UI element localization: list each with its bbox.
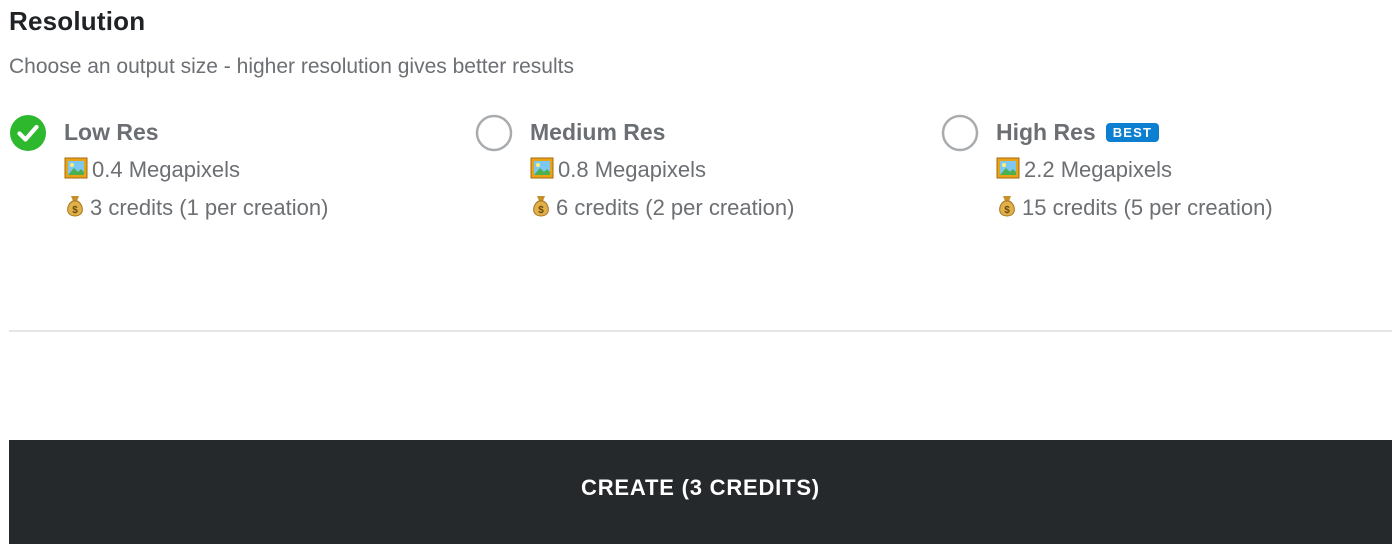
megapixels-text: 0.4 Megapixels	[92, 157, 240, 182]
svg-text:$: $	[1004, 205, 1010, 216]
svg-text:$: $	[72, 205, 78, 216]
megapixels-line: 2.2 Megapixels	[996, 156, 1172, 186]
megapixels-line: 0.8 Megapixels	[530, 156, 706, 186]
divider	[9, 330, 1392, 332]
money-bag-icon: $	[530, 194, 552, 224]
svg-text:$: $	[538, 205, 544, 216]
option-high-res[interactable]: High Res BEST 2.2 Megapixels $ 15 credit…	[941, 114, 1361, 229]
option-title-text: High Res	[996, 119, 1096, 145]
money-bag-icon: $	[996, 194, 1018, 224]
credits-text: 15 credits (5 per creation)	[1022, 195, 1273, 220]
check-circle-icon[interactable]	[9, 114, 47, 152]
resolution-panel: Resolution Choose an output size - highe…	[0, 0, 1400, 544]
create-button[interactable]: CREATE (3 CREDITS)	[9, 440, 1392, 544]
option-title: High Res BEST	[996, 119, 1160, 146]
credits-text: 3 credits (1 per creation)	[90, 195, 329, 220]
framed-picture-icon	[996, 156, 1020, 186]
money-bag-icon: $	[64, 194, 86, 224]
option-title-text: Medium Res	[530, 119, 666, 145]
resolution-options: Low Res 0.4 Megapixels $ 3 credits (1 pe…	[9, 114, 1389, 234]
section-title: Resolution	[9, 6, 146, 36]
best-badge: BEST	[1105, 123, 1160, 142]
megapixels-line: 0.4 Megapixels	[64, 156, 240, 186]
option-medium-res[interactable]: Medium Res 0.8 Megapixels $ 6 credits (2…	[475, 114, 895, 229]
credits-text: 6 credits (2 per creation)	[556, 195, 795, 220]
option-title-text: Low Res	[64, 119, 159, 145]
option-title: Low Res	[64, 119, 159, 146]
radio-circle-icon[interactable]	[941, 114, 979, 152]
option-title: Medium Res	[530, 119, 665, 146]
radio-circle-icon[interactable]	[475, 114, 513, 152]
framed-picture-icon	[64, 156, 88, 186]
option-low-res[interactable]: Low Res 0.4 Megapixels $ 3 credits (1 pe…	[9, 114, 429, 229]
credits-line: $ 15 credits (5 per creation)	[996, 194, 1273, 224]
megapixels-text: 2.2 Megapixels	[1024, 157, 1172, 182]
framed-picture-icon	[530, 156, 554, 186]
section-subtitle: Choose an output size - higher resolutio…	[9, 55, 574, 78]
megapixels-text: 0.8 Megapixels	[558, 157, 706, 182]
credits-line: $ 6 credits (2 per creation)	[530, 194, 794, 224]
credits-line: $ 3 credits (1 per creation)	[64, 194, 328, 224]
